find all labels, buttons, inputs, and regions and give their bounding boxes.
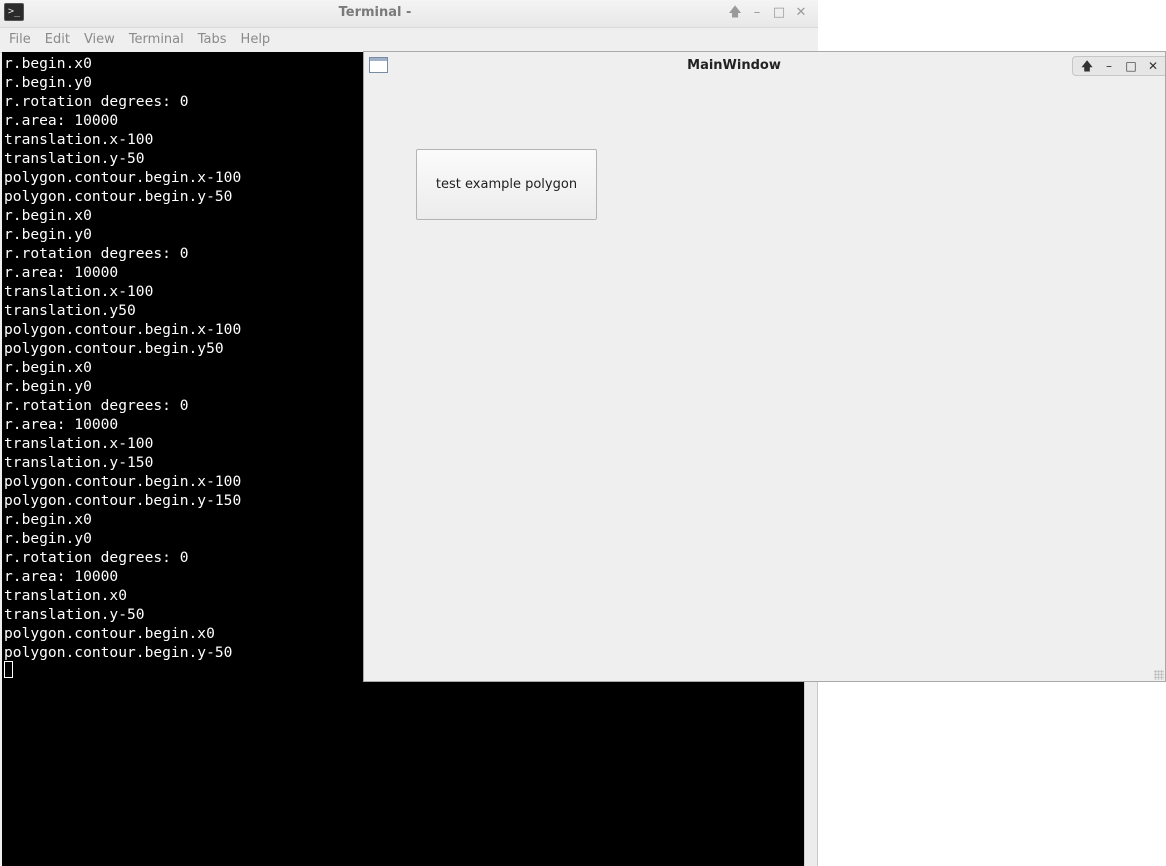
terminal-line: r.area: 10000 (4, 416, 119, 433)
terminal-line: translation.x-100 (4, 131, 154, 148)
menu-terminal[interactable]: Terminal (122, 29, 191, 53)
terminal-lines: r.begin.x0 r.begin.y0 r.rotation degrees: … (4, 54, 241, 662)
menu-edit[interactable]: Edit (38, 29, 77, 53)
terminal-line: translation.x0 (4, 587, 128, 604)
terminal-line: r.begin.y0 (4, 74, 92, 91)
terminal-line: r.rotation degrees: 0 (4, 549, 189, 566)
main-window-title: MainWindow (687, 58, 781, 73)
terminal-line: polygon.contour.begin.x-100 (4, 321, 242, 338)
test-example-polygon-button[interactable]: test example polygon (416, 149, 597, 220)
terminal-line: r.begin.x0 (4, 511, 92, 528)
terminal-line: r.begin.y0 (4, 378, 92, 395)
terminal-line: r.begin.y0 (4, 226, 92, 243)
terminal-line: polygon.contour.begin.x-100 (4, 169, 242, 186)
terminal-line: r.area: 10000 (4, 568, 119, 585)
terminal-line: r.area: 10000 (4, 112, 119, 129)
menu-view[interactable]: View (77, 29, 122, 53)
terminal-line: polygon.contour.begin.y50 (4, 340, 224, 357)
terminal-line: translation.x-100 (4, 435, 154, 452)
main-window-controls: 🡅 – □ ✕ (1072, 56, 1165, 76)
terminal-line: r.rotation degrees: 0 (4, 93, 189, 110)
terminal-line: polygon.contour.begin.y-150 (4, 492, 242, 509)
terminal-line: r.rotation degrees: 0 (4, 397, 189, 414)
keep-above-icon[interactable]: 🡅 (1077, 57, 1097, 75)
menu-file[interactable]: File (2, 29, 38, 53)
terminal-line: translation.x-100 (4, 283, 154, 300)
terminal-line: polygon.contour.begin.y-50 (4, 188, 233, 205)
terminal-titlebar[interactable]: >_ Terminal - 🡅 – □ ✕ (0, 0, 818, 28)
terminal-title: Terminal - (338, 5, 412, 20)
terminal-line: r.rotation degrees: 0 (4, 245, 189, 262)
main-window: MainWindow 🡅 – □ ✕ test example polygon (363, 51, 1166, 682)
maximize-icon[interactable]: □ (770, 4, 788, 22)
minimize-icon[interactable]: – (748, 4, 766, 22)
terminal-line: polygon.contour.begin.x0 (4, 625, 215, 642)
minimize-icon[interactable]: – (1099, 57, 1119, 75)
terminal-line: r.begin.x0 (4, 207, 92, 224)
close-icon[interactable]: ✕ (1143, 57, 1163, 75)
resize-grip-icon[interactable] (1154, 670, 1164, 680)
terminal-line: translation.y50 (4, 302, 136, 319)
menu-help[interactable]: Help (234, 29, 278, 53)
maximize-icon[interactable]: □ (1121, 57, 1141, 75)
terminal-line: polygon.contour.begin.y-50 (4, 644, 233, 661)
close-icon[interactable]: ✕ (792, 4, 810, 22)
terminal-line: translation.y-50 (4, 606, 145, 623)
terminal-line: r.begin.x0 (4, 55, 92, 72)
keep-above-icon[interactable]: 🡅 (726, 4, 744, 22)
terminal-menubar: File Edit View Terminal Tabs Help (0, 28, 818, 53)
main-window-titlebar[interactable]: MainWindow 🡅 – □ ✕ (364, 52, 1165, 78)
terminal-line: r.area: 10000 (4, 264, 119, 281)
menu-tabs[interactable]: Tabs (191, 29, 234, 53)
terminal-line: r.begin.y0 (4, 530, 92, 547)
terminal-line: translation.y-150 (4, 454, 154, 471)
terminal-line: r.begin.x0 (4, 359, 92, 376)
terminal-line: translation.y-50 (4, 150, 145, 167)
terminal-line: polygon.contour.begin.x-100 (4, 473, 242, 490)
text-cursor (4, 661, 13, 678)
